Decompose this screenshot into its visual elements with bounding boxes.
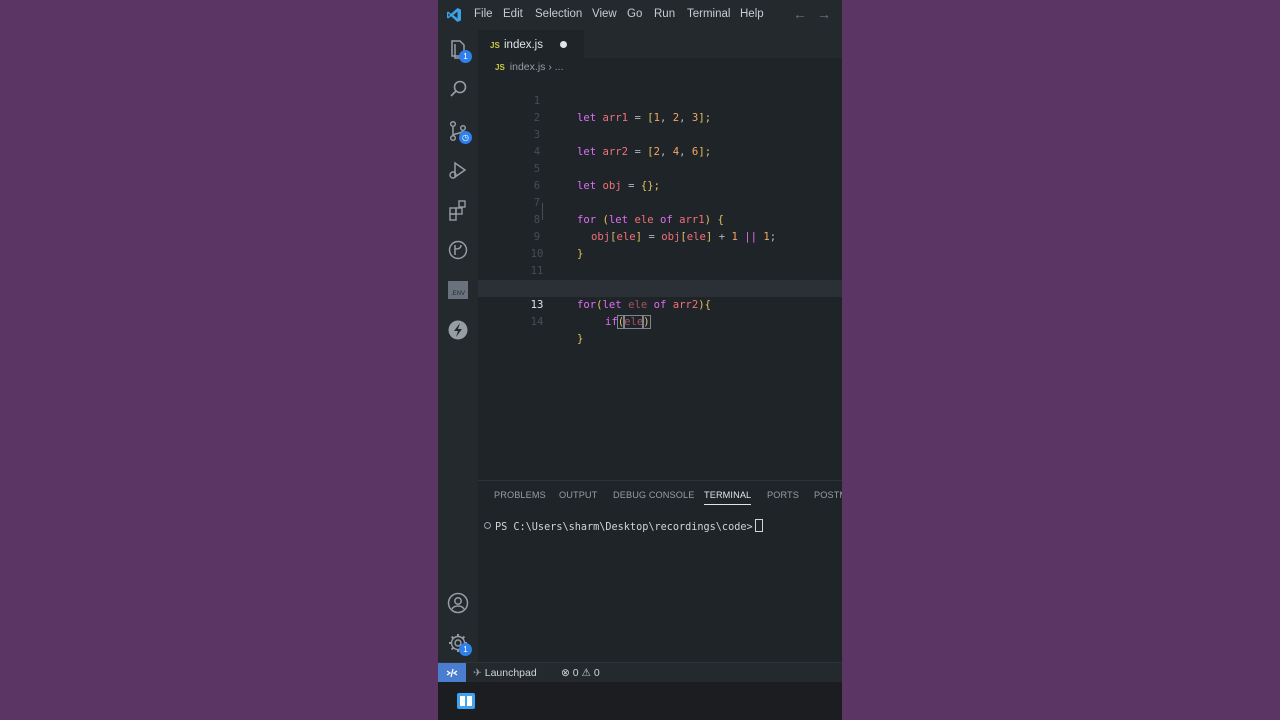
- code-line: 8 obj[ele] = obj[ele] + 1 || 1;: [478, 195, 842, 243]
- run-debug-icon[interactable]: [446, 158, 470, 182]
- explorer-badge: 1: [459, 50, 472, 63]
- taskbar: [438, 682, 842, 720]
- menu-view[interactable]: View: [592, 8, 617, 20]
- js-file-icon: JS: [490, 41, 500, 50]
- code-line: 10: [478, 229, 842, 260]
- warning-count: 0: [593, 667, 600, 679]
- remote-indicator-icon[interactable]: [438, 663, 466, 683]
- vscode-logo-icon: [447, 8, 461, 22]
- account-icon[interactable]: [446, 591, 470, 615]
- app-icon[interactable]: [457, 693, 475, 709]
- unsaved-dot-icon[interactable]: [560, 41, 567, 48]
- menu-file[interactable]: File: [474, 8, 493, 20]
- breadcrumb-separator: ›: [548, 61, 552, 73]
- menu-go[interactable]: Go: [627, 8, 642, 20]
- terminal-line[interactable]: PS C:\Users\sharm\Desktop\recordings\cod…: [484, 519, 763, 533]
- terminal-status-icon: [484, 522, 491, 529]
- line-content: }: [577, 333, 584, 345]
- thunder-client-icon[interactable]: [446, 318, 470, 342]
- tab-label: index.js: [504, 39, 543, 51]
- code-line: 2: [478, 93, 842, 124]
- editor-tab-bar: JS index.js: [478, 30, 842, 59]
- extensions-icon[interactable]: [446, 198, 470, 222]
- tab-index-js[interactable]: JS index.js: [478, 30, 584, 59]
- settings-badge: 1: [459, 643, 472, 656]
- clock-icon: ◷: [459, 131, 472, 144]
- tab-problems[interactable]: PROBLEMS: [494, 490, 546, 500]
- warning-icon: ⚠: [581, 667, 591, 679]
- breadcrumb: JS index.js › ...: [495, 61, 564, 73]
- tab-terminal[interactable]: TERMINAL: [704, 490, 752, 505]
- code-editor[interactable]: 1 let arr1 = [1, 2, 3]; 2 3 let arr2 = […: [478, 76, 842, 480]
- error-count: 0: [572, 667, 579, 679]
- settings-gear-icon[interactable]: 1: [446, 631, 472, 656]
- terminal-cursor: [754, 519, 763, 532]
- terminal-prompt: PS C:\Users\sharm\Desktop\recordings\cod…: [495, 522, 753, 533]
- code-line-current: 13 if(ele): [478, 280, 842, 329]
- menu-run[interactable]: Run: [654, 8, 675, 20]
- code-line: 9 }: [478, 212, 842, 260]
- line-number: 14: [530, 316, 544, 328]
- env-file-icon[interactable]: .ENV: [446, 278, 470, 302]
- code-line: 5 let obj = {};: [478, 144, 842, 192]
- activity-bar: 1 ◷ .ENV 1: [438, 30, 478, 662]
- arrow-right-icon[interactable]: →: [817, 6, 831, 22]
- rocket-icon: ✈: [473, 667, 482, 679]
- code-line: 6: [478, 161, 842, 192]
- code-line: 12 for(let ele of arr2){: [478, 263, 842, 311]
- code-line: 3 let arr2 = [2, 4, 6];: [478, 110, 842, 158]
- code-line: 7 for (let ele of arr1) {: [478, 178, 842, 226]
- search-icon[interactable]: [446, 77, 470, 101]
- tab-ports[interactable]: PORTS: [767, 490, 799, 500]
- status-bar: ✈ Launchpad ⊗ 0 ⚠ 0: [438, 662, 842, 683]
- menu-help[interactable]: Help: [740, 8, 764, 20]
- problems-count[interactable]: ⊗ 0 ⚠ 0: [561, 667, 600, 679]
- git-graph-icon[interactable]: [446, 238, 470, 262]
- vscode-window: File Edit Selection View Go Run Terminal…: [438, 0, 842, 720]
- code-line: 14 }: [478, 297, 842, 345]
- launchpad-item[interactable]: ✈ Launchpad: [473, 667, 537, 679]
- bottom-panel: PROBLEMS OUTPUT DEBUG CONSOLE TERMINAL P…: [478, 480, 842, 663]
- tab-postman[interactable]: POSTM: [814, 490, 842, 500]
- js-file-icon: JS: [495, 63, 505, 72]
- tab-output[interactable]: OUTPUT: [559, 490, 597, 500]
- tab-debug-console[interactable]: DEBUG CONSOLE: [613, 490, 694, 500]
- breadcrumb-file[interactable]: index.js: [510, 61, 546, 73]
- code-line: 4: [478, 127, 842, 158]
- launchpad-label: Launchpad: [484, 667, 537, 679]
- svg-text:.ENV: .ENV: [451, 291, 465, 297]
- code-line: 1 let arr1 = [1, 2, 3];: [478, 76, 842, 124]
- source-control-icon[interactable]: ◷: [446, 119, 472, 144]
- menu-terminal[interactable]: Terminal: [687, 8, 730, 20]
- indent-guide: [542, 203, 543, 220]
- menu-edit[interactable]: Edit: [503, 8, 523, 20]
- code-line: 11: [478, 246, 842, 277]
- explorer-icon[interactable]: 1: [446, 38, 472, 63]
- menu-selection[interactable]: Selection: [535, 8, 582, 20]
- title-bar: File Edit Selection View Go Run Terminal…: [438, 0, 842, 30]
- arrow-left-icon[interactable]: ←: [793, 6, 807, 22]
- error-icon: ⊗: [561, 667, 570, 679]
- breadcrumb-rest[interactable]: ...: [555, 61, 564, 73]
- line-content: if(ele): [605, 315, 651, 329]
